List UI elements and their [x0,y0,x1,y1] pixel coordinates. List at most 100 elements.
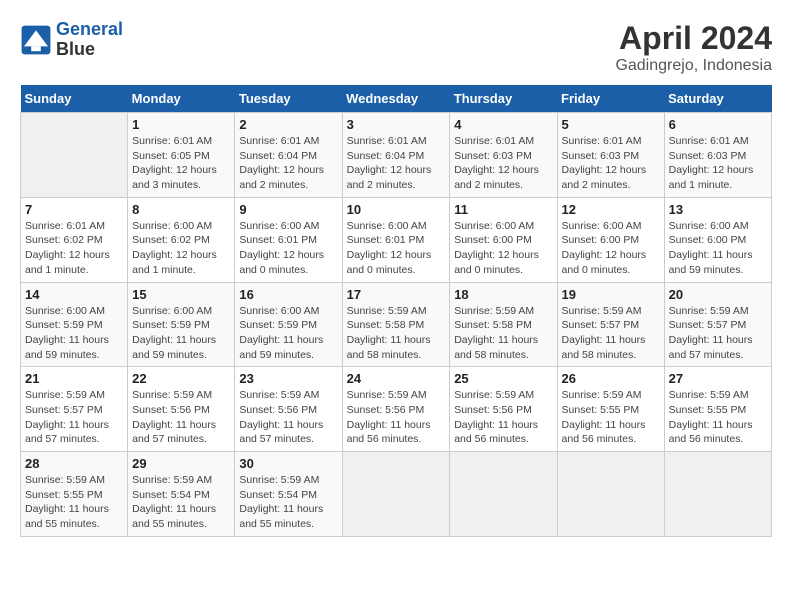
day-info: Sunrise: 5:59 AMSunset: 5:54 PMDaylight:… [239,473,337,532]
calendar-cell: 27 Sunrise: 5:59 AMSunset: 5:55 PMDayligh… [664,367,771,452]
calendar-cell: 23 Sunrise: 5:59 AMSunset: 5:56 PMDayligh… [235,367,342,452]
day-number: 16 [239,287,337,302]
calendar-cell [664,452,771,537]
day-number: 21 [25,371,123,386]
calendar-cell [21,113,128,198]
day-info: Sunrise: 5:59 AMSunset: 5:57 PMDaylight:… [562,304,660,363]
calendar-cell: 16 Sunrise: 6:00 AMSunset: 5:59 PMDayligh… [235,282,342,367]
day-number: 18 [454,287,552,302]
day-info: Sunrise: 5:59 AMSunset: 5:55 PMDaylight:… [562,388,660,447]
title-block: April 2024 Gadingrejo, Indonesia [615,20,772,75]
day-info: Sunrise: 6:00 AMSunset: 6:01 PMDaylight:… [347,219,446,278]
calendar-cell: 7Sunrise: 6:01 AMSunset: 6:02 PMDaylight… [21,197,128,282]
day-number: 22 [132,371,230,386]
day-info: Sunrise: 5:59 AMSunset: 5:58 PMDaylight:… [347,304,446,363]
calendar-cell: 24 Sunrise: 5:59 AMSunset: 5:56 PMDayligh… [342,367,450,452]
day-number: 12 [562,202,660,217]
day-number: 15 [132,287,230,302]
day-info: Sunrise: 5:59 AMSunset: 5:56 PMDaylight:… [347,388,446,447]
calendar-week-row: 14 Sunrise: 6:00 AMSunset: 5:59 PMDayligh… [21,282,772,367]
day-number: 8 [132,202,230,217]
calendar-cell [342,452,450,537]
day-number: 14 [25,287,123,302]
day-info: Sunrise: 6:00 AMSunset: 5:59 PMDaylight:… [25,304,123,363]
calendar-week-row: 28 Sunrise: 5:59 AMSunset: 5:55 PMDayligh… [21,452,772,537]
header-day-monday: Monday [128,85,235,113]
day-number: 28 [25,456,123,471]
calendar-cell: 5Sunrise: 6:01 AMSunset: 6:03 PMDaylight… [557,113,664,198]
logo-text: GeneralBlue [56,20,123,60]
logo: GeneralBlue [20,20,123,60]
header-day-saturday: Saturday [664,85,771,113]
calendar-cell: 26 Sunrise: 5:59 AMSunset: 5:55 PMDayligh… [557,367,664,452]
calendar-header-row: SundayMondayTuesdayWednesdayThursdayFrid… [21,85,772,113]
page-title: April 2024 [615,20,772,57]
day-info: Sunrise: 6:01 AMSunset: 6:03 PMDaylight:… [454,134,552,193]
day-number: 19 [562,287,660,302]
calendar-cell: 8 Sunrise: 6:00 AMSunset: 6:02 PMDaylight… [128,197,235,282]
day-info: Sunrise: 6:00 AMSunset: 6:00 PMDaylight:… [454,219,552,278]
logo-icon [20,24,52,56]
header-day-tuesday: Tuesday [235,85,342,113]
day-number: 4 [454,117,552,132]
calendar-cell: 11 Sunrise: 6:00 AMSunset: 6:00 PMDayligh… [450,197,557,282]
day-info: Sunrise: 6:01 AMSunset: 6:03 PMDaylight:… [669,134,767,193]
day-info: Sunrise: 6:01 AMSunset: 6:04 PMDaylight:… [347,134,446,193]
day-info: Sunrise: 6:00 AMSunset: 5:59 PMDaylight:… [239,304,337,363]
page-subtitle: Gadingrejo, Indonesia [615,57,772,75]
day-info: Sunrise: 6:01 AMSunset: 6:05 PMDaylight:… [132,134,230,193]
calendar-cell: 28 Sunrise: 5:59 AMSunset: 5:55 PMDayligh… [21,452,128,537]
calendar-cell: 1Sunrise: 6:01 AMSunset: 6:05 PMDaylight… [128,113,235,198]
day-info: Sunrise: 6:00 AMSunset: 5:59 PMDaylight:… [132,304,230,363]
day-info: Sunrise: 6:00 AMSunset: 6:01 PMDaylight:… [239,219,337,278]
calendar-cell: 3 Sunrise: 6:01 AMSunset: 6:04 PMDaylight… [342,113,450,198]
day-number: 13 [669,202,767,217]
header-day-friday: Friday [557,85,664,113]
calendar-week-row: 21 Sunrise: 5:59 AMSunset: 5:57 PMDayligh… [21,367,772,452]
header-day-thursday: Thursday [450,85,557,113]
day-info: Sunrise: 5:59 AMSunset: 5:56 PMDaylight:… [239,388,337,447]
calendar-cell: 20 Sunrise: 5:59 AMSunset: 5:57 PMDayligh… [664,282,771,367]
header-day-wednesday: Wednesday [342,85,450,113]
calendar-cell: 21 Sunrise: 5:59 AMSunset: 5:57 PMDayligh… [21,367,128,452]
day-number: 26 [562,371,660,386]
day-number: 20 [669,287,767,302]
day-number: 11 [454,202,552,217]
calendar-cell: 13 Sunrise: 6:00 AMSunset: 6:00 PMDayligh… [664,197,771,282]
calendar-week-row: 1Sunrise: 6:01 AMSunset: 6:05 PMDaylight… [21,113,772,198]
day-info: Sunrise: 5:59 AMSunset: 5:57 PMDaylight:… [669,304,767,363]
day-info: Sunrise: 5:59 AMSunset: 5:58 PMDaylight:… [454,304,552,363]
day-number: 5 [562,117,660,132]
calendar-cell: 30 Sunrise: 5:59 AMSunset: 5:54 PMDayligh… [235,452,342,537]
day-number: 27 [669,371,767,386]
calendar-cell: 12Sunrise: 6:00 AMSunset: 6:00 PMDayligh… [557,197,664,282]
day-info: Sunrise: 6:01 AMSunset: 6:04 PMDaylight:… [239,134,337,193]
calendar-cell: 22 Sunrise: 5:59 AMSunset: 5:56 PMDayligh… [128,367,235,452]
calendar-cell: 18 Sunrise: 5:59 AMSunset: 5:58 PMDayligh… [450,282,557,367]
day-info: Sunrise: 5:59 AMSunset: 5:57 PMDaylight:… [25,388,123,447]
day-number: 24 [347,371,446,386]
calendar-cell: 6Sunrise: 6:01 AMSunset: 6:03 PMDaylight… [664,113,771,198]
day-number: 30 [239,456,337,471]
calendar-cell: 25 Sunrise: 5:59 AMSunset: 5:56 PMDayligh… [450,367,557,452]
day-number: 29 [132,456,230,471]
day-info: Sunrise: 5:59 AMSunset: 5:56 PMDaylight:… [454,388,552,447]
calendar-week-row: 7Sunrise: 6:01 AMSunset: 6:02 PMDaylight… [21,197,772,282]
day-info: Sunrise: 5:59 AMSunset: 5:56 PMDaylight:… [132,388,230,447]
calendar-cell: 9Sunrise: 6:00 AMSunset: 6:01 PMDaylight… [235,197,342,282]
day-info: Sunrise: 6:00 AMSunset: 6:00 PMDaylight:… [669,219,767,278]
day-info: Sunrise: 6:01 AMSunset: 6:02 PMDaylight:… [25,219,123,278]
calendar-cell: 15 Sunrise: 6:00 AMSunset: 5:59 PMDayligh… [128,282,235,367]
day-number: 23 [239,371,337,386]
page-header: GeneralBlue April 2024 Gadingrejo, Indon… [20,20,772,75]
calendar-table: SundayMondayTuesdayWednesdayThursdayFrid… [20,85,772,537]
day-number: 2 [239,117,337,132]
calendar-cell: 17Sunrise: 5:59 AMSunset: 5:58 PMDayligh… [342,282,450,367]
calendar-cell: 2 Sunrise: 6:01 AMSunset: 6:04 PMDaylight… [235,113,342,198]
day-info: Sunrise: 5:59 AMSunset: 5:55 PMDaylight:… [669,388,767,447]
day-number: 25 [454,371,552,386]
day-info: Sunrise: 5:59 AMSunset: 5:54 PMDaylight:… [132,473,230,532]
day-number: 3 [347,117,446,132]
day-info: Sunrise: 5:59 AMSunset: 5:55 PMDaylight:… [25,473,123,532]
day-info: Sunrise: 6:00 AMSunset: 6:02 PMDaylight:… [132,219,230,278]
